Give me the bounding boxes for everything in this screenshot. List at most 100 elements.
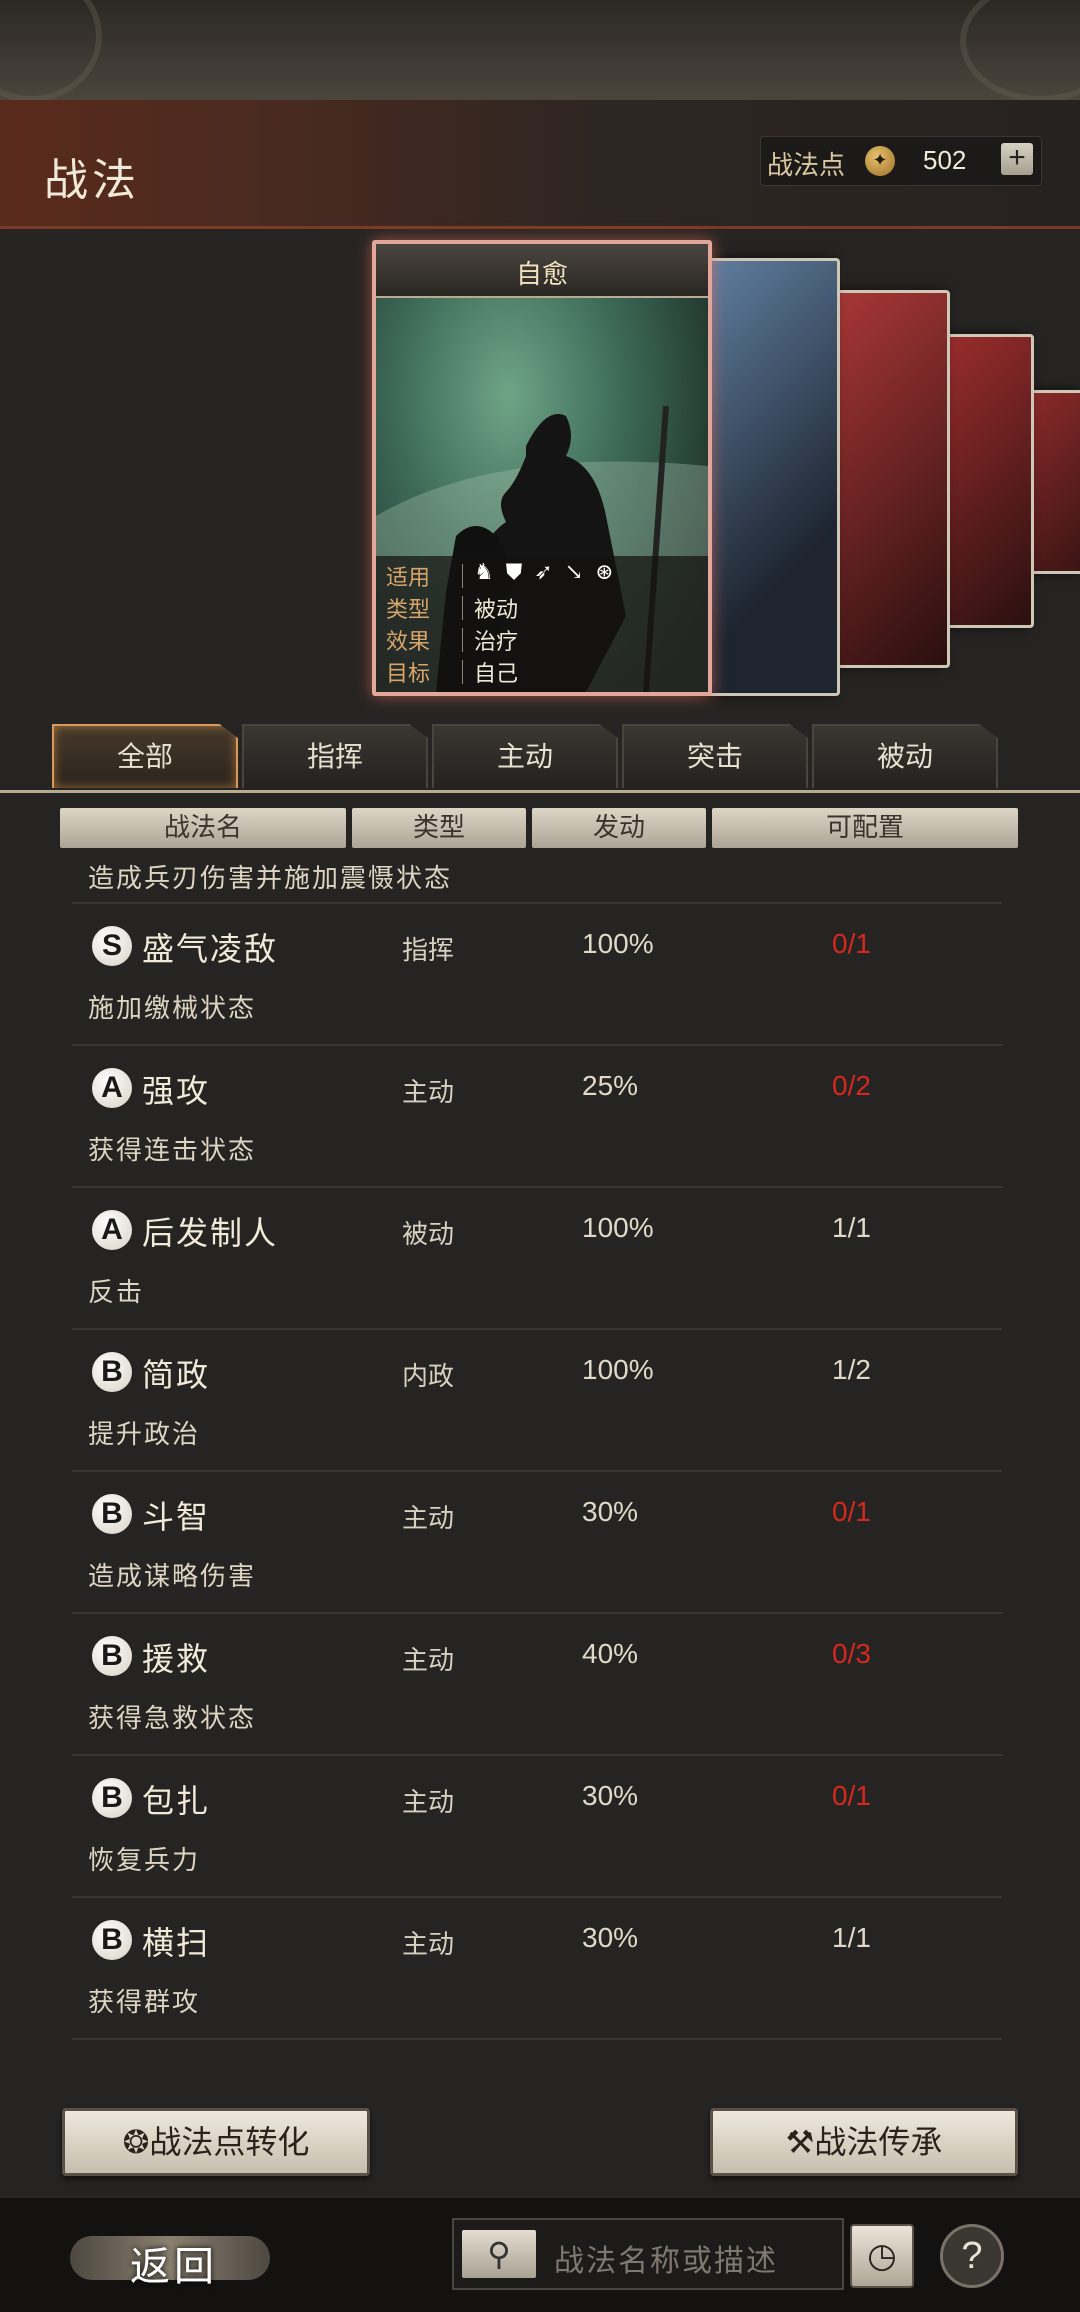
tab-all[interactable]: 全部 bbox=[52, 724, 238, 788]
skill-points-label: 战法点 bbox=[767, 151, 846, 181]
info-divider bbox=[462, 628, 463, 652]
clock-icon[interactable]: ◷ bbox=[850, 2224, 914, 2288]
featured-skill-card[interactable]: 自愈 适用 ♞⛊➶↘⊛ 类型 被动 效果 治疗 目标 自己 bbox=[372, 240, 712, 696]
cloud-ornament-left bbox=[0, 0, 102, 102]
info-row-target: 目标 自己 bbox=[386, 656, 706, 688]
search-input[interactable]: ⚲ 战法名称或描述 bbox=[452, 2218, 844, 2290]
tab-active[interactable]: 主动 bbox=[432, 724, 618, 788]
skill-description: 获得连击状态 bbox=[88, 1136, 257, 1166]
list-item[interactable]: B 简政 内政 100% 1/2 提升政治 bbox=[72, 1330, 1002, 1472]
column-trigger-rate[interactable]: 发动 bbox=[532, 808, 706, 848]
top-decoration bbox=[0, 0, 1080, 102]
skill-name: 斗智 bbox=[142, 1498, 211, 1536]
bow-icon: ➶ bbox=[534, 560, 565, 585]
info-row-type: 类型 被动 bbox=[386, 592, 706, 624]
skill-type: 指挥 bbox=[402, 936, 455, 966]
back-button[interactable]: 返回 bbox=[70, 2230, 270, 2290]
skill-points-icon: ✦ bbox=[865, 146, 895, 176]
skill-description: 提升政治 bbox=[88, 1420, 201, 1450]
list-item[interactable]: B 斗智 主动 30% 0/1 造成谋略伤害 bbox=[72, 1472, 1002, 1614]
grade-badge: B bbox=[92, 1778, 132, 1818]
skill-description: 造成谋略伤害 bbox=[88, 1562, 257, 1592]
add-points-button[interactable]: + bbox=[1001, 143, 1033, 175]
skill-config-count: 1/2 bbox=[832, 1354, 871, 1385]
list-item[interactable]: B 援救 主动 40% 0/3 获得急救状态 bbox=[72, 1614, 1002, 1756]
list-item[interactable]: B 包扎 主动 30% 0/1 恢复兵力 bbox=[72, 1756, 1002, 1898]
bottom-bar: 返回 ⚲ 战法名称或描述 ◷ ? bbox=[0, 2196, 1080, 2312]
shield-icon: ⛊ bbox=[505, 560, 535, 585]
skill-name: 强攻 bbox=[142, 1072, 211, 1110]
skill-config-count: 0/3 bbox=[832, 1638, 871, 1669]
skill-card-carousel[interactable]: 自愈 适用 ♞⛊➶↘⊛ 类型 被动 效果 治疗 目标 自己 bbox=[0, 240, 1080, 700]
skill-filter-tabs: 全部 指挥 主动 突击 被动 bbox=[52, 724, 1012, 790]
back-label: 返回 bbox=[130, 2244, 218, 2290]
column-skill-name[interactable]: 战法名 bbox=[60, 808, 346, 848]
search-placeholder: 战法名称或描述 bbox=[554, 2244, 778, 2279]
skill-trigger-rate: 100% bbox=[582, 928, 654, 959]
column-configurable[interactable]: 可配置 bbox=[712, 808, 1018, 848]
inherit-skill-button[interactable]: ⚒战法传承 bbox=[710, 2108, 1018, 2176]
skill-trigger-rate: 30% bbox=[582, 1496, 639, 1527]
info-value: 自己 bbox=[474, 662, 519, 687]
info-key: 类型 bbox=[386, 598, 431, 623]
wheel-icon: ⊛ bbox=[595, 560, 626, 585]
grade-badge: A bbox=[92, 1068, 132, 1108]
spear-icon: ↘ bbox=[564, 560, 596, 585]
skill-trigger-rate: 30% bbox=[582, 1780, 639, 1811]
card-skill-name: 自愈 bbox=[515, 260, 568, 290]
column-type[interactable]: 类型 bbox=[352, 808, 526, 848]
list-item[interactable]: A 后发制人 被动 100% 1/1 反击 bbox=[72, 1188, 1002, 1330]
card-title-bar: 自愈 bbox=[376, 244, 708, 298]
skill-description: 获得急救状态 bbox=[88, 1704, 257, 1734]
card-thumbnail[interactable] bbox=[940, 334, 1034, 628]
skill-trigger-rate: 100% bbox=[582, 1354, 654, 1385]
column-headers: 战法名 类型 发动 可配置 bbox=[60, 808, 1020, 852]
info-key: 目标 bbox=[386, 662, 431, 687]
skill-description: 施加缴械状态 bbox=[88, 994, 257, 1024]
list-item[interactable]: A 强攻 主动 25% 0/2 获得连击状态 bbox=[72, 1046, 1002, 1188]
skill-name: 后发制人 bbox=[142, 1214, 279, 1252]
help-button[interactable]: ? bbox=[940, 2224, 1004, 2288]
skill-type: 内政 bbox=[402, 1362, 455, 1392]
info-value: 被动 bbox=[474, 598, 519, 623]
skill-type: 主动 bbox=[402, 1788, 455, 1818]
skill-config-count: 1/1 bbox=[832, 1212, 871, 1243]
info-row-effect: 效果 治疗 bbox=[386, 624, 706, 656]
info-divider bbox=[462, 596, 463, 620]
skill-description: 恢复兵力 bbox=[88, 1846, 201, 1876]
skill-name: 包扎 bbox=[142, 1782, 211, 1820]
list-item[interactable]: B 横扫 主动 30% 1/1 获得群攻 bbox=[72, 1898, 1002, 2040]
list-item[interactable]: 造成兵刃伤害并施加震慑状态 bbox=[72, 864, 1002, 904]
cloud-ornament-right bbox=[960, 0, 1080, 102]
tab-command[interactable]: 指挥 bbox=[242, 724, 428, 788]
info-divider bbox=[462, 660, 463, 684]
search-icon[interactable]: ⚲ bbox=[462, 2230, 536, 2278]
convert-points-button[interactable]: ❂战法点转化 bbox=[62, 2108, 370, 2176]
skill-description: 反击 bbox=[88, 1278, 145, 1308]
skill-trigger-rate: 100% bbox=[582, 1212, 654, 1243]
tab-passive[interactable]: 被动 bbox=[812, 724, 998, 788]
info-value: 治疗 bbox=[474, 630, 519, 655]
hammer-icon: ⚒ bbox=[785, 2123, 815, 2161]
list-item[interactable]: S 盛气凌敌 指挥 100% 0/1 施加缴械状态 bbox=[72, 904, 1002, 1046]
skill-config-count: 0/2 bbox=[832, 1070, 871, 1101]
skill-type: 主动 bbox=[402, 1078, 455, 1108]
tab-assault[interactable]: 突击 bbox=[622, 724, 808, 788]
tab-underline bbox=[0, 790, 1080, 793]
grade-badge: A bbox=[92, 1210, 132, 1250]
info-key: 效果 bbox=[386, 630, 431, 655]
skill-trigger-rate: 25% bbox=[582, 1070, 639, 1101]
card-thumbnail[interactable] bbox=[704, 258, 840, 696]
info-row-applicable: 适用 ♞⛊➶↘⊛ bbox=[386, 560, 706, 592]
card-thumbnail[interactable] bbox=[832, 290, 950, 668]
page-title: 战法 bbox=[44, 155, 140, 206]
skill-points-display: 战法点 ✦ 502 + bbox=[760, 136, 1042, 186]
card-info-panel: 适用 ♞⛊➶↘⊛ 类型 被动 效果 治疗 目标 自己 bbox=[376, 556, 708, 692]
skill-list[interactable]: 造成兵刃伤害并施加震慑状态 S 盛气凌敌 指挥 100% 0/1 施加缴械状态 A 强攻 主动 2… bbox=[0, 864, 1080, 2096]
skill-config-count: 0/1 bbox=[832, 928, 871, 959]
skill-type: 主动 bbox=[402, 1646, 455, 1676]
inherit-skill-label: 战法传承 bbox=[814, 2123, 943, 2161]
cavalry-icon: ♞ bbox=[474, 560, 506, 585]
skill-type: 主动 bbox=[402, 1930, 455, 1960]
skill-points-value: 502 bbox=[923, 145, 967, 175]
